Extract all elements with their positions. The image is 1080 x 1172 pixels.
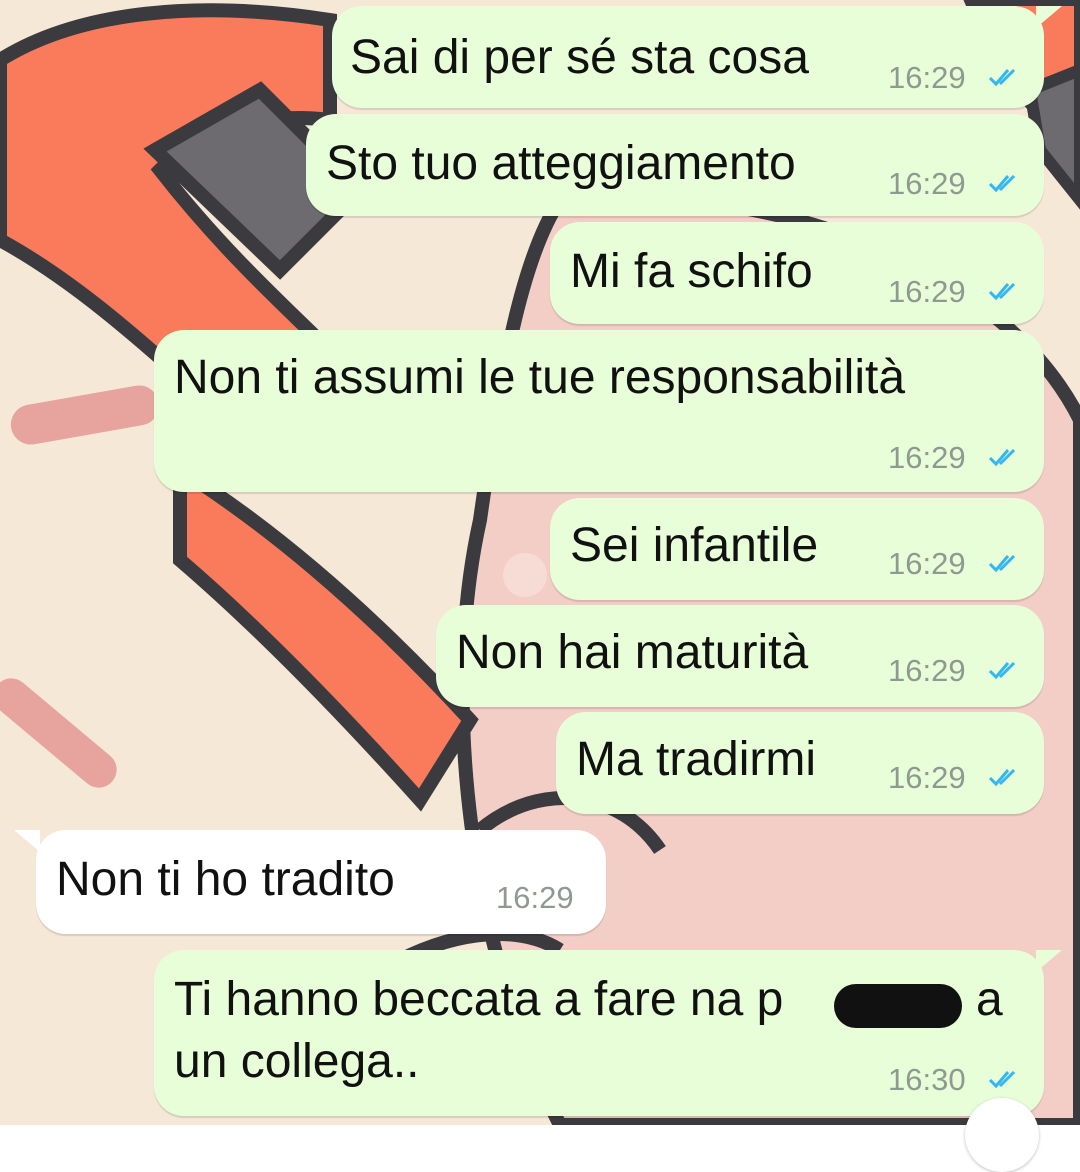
- message-bubble-outgoing[interactable]: Sto tuo atteggiamento 16:29: [306, 114, 1044, 216]
- message-bubble-outgoing[interactable]: Ti hanno beccata a fare na p a un colleg…: [154, 950, 1044, 1116]
- read-ticks-icon: [988, 768, 1016, 787]
- message-text-line1-end: a: [976, 973, 1003, 1026]
- read-ticks-icon: [988, 554, 1016, 573]
- read-ticks-icon: [988, 661, 1016, 680]
- bubble-tail: [14, 830, 40, 852]
- message-bubble-outgoing[interactable]: Ma tradirmi 16:29: [556, 712, 1044, 814]
- message-timestamp: 16:29: [888, 440, 966, 475]
- message-bubble-outgoing[interactable]: Non hai maturità 16:29: [436, 605, 1044, 707]
- message-text: Sei infantile: [570, 519, 819, 572]
- redaction-mark: [834, 984, 962, 1028]
- message-timestamp: 16:30: [888, 1062, 966, 1097]
- message-timestamp: 16:29: [888, 546, 966, 581]
- read-ticks-icon: [988, 282, 1016, 301]
- message-bubble-outgoing[interactable]: Non ti assumi le tue responsabilità 16:2…: [154, 330, 1044, 492]
- message-timestamp: 16:29: [888, 60, 966, 95]
- bubble-tail: [1036, 6, 1062, 28]
- message-text: Mi fa schifo: [570, 245, 813, 298]
- message-text: Non ti assumi le tue responsabilità: [174, 351, 906, 404]
- message-text: Ma tradirmi: [576, 733, 817, 786]
- message-timestamp: 16:29: [888, 653, 966, 688]
- bubble-tail: [1036, 950, 1062, 972]
- message-bubble-outgoing[interactable]: Sai di per sé sta cosa 16:29: [332, 6, 1044, 108]
- read-ticks-icon: [988, 1070, 1016, 1089]
- read-ticks-icon: [988, 68, 1016, 87]
- message-bubble-outgoing[interactable]: Sei infantile 16:29: [550, 498, 1044, 600]
- message-bubble-outgoing[interactable]: Mi fa schifo 16:29: [550, 222, 1044, 324]
- message-timestamp: 16:29: [888, 166, 966, 201]
- scroll-down-button[interactable]: [965, 1098, 1039, 1172]
- message-text-line1: Ti hanno beccata a fare na p: [174, 973, 784, 1026]
- message-bubble-incoming[interactable]: Non ti ho tradito 16:29: [36, 830, 606, 934]
- message-timestamp: 16:29: [888, 274, 966, 309]
- message-timestamp: 16:29: [888, 760, 966, 795]
- message-timestamp: 16:29: [496, 880, 574, 915]
- message-text: Sto tuo atteggiamento: [326, 137, 796, 190]
- message-text: Non ti ho tradito: [56, 853, 395, 906]
- message-text: Sai di per sé sta cosa: [350, 31, 809, 84]
- message-text: Non hai maturità: [456, 626, 809, 679]
- message-text-line2: un collega..: [174, 1035, 420, 1088]
- read-ticks-icon: [988, 174, 1016, 193]
- read-ticks-icon: [988, 448, 1016, 467]
